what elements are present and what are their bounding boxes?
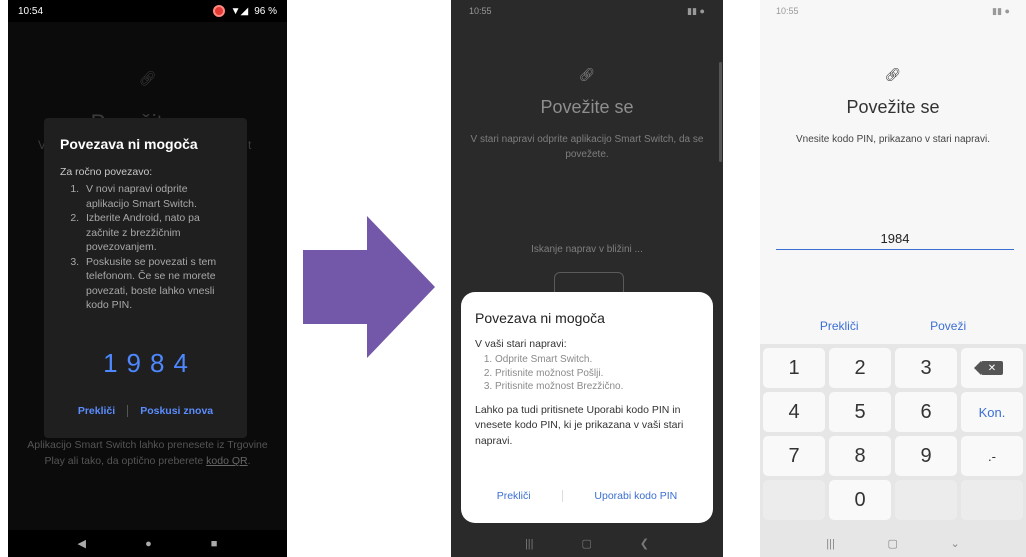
key-3[interactable]: 3	[895, 348, 957, 388]
footer-period: .	[247, 455, 251, 467]
recents-icon[interactable]: |||	[826, 538, 835, 550]
step-item: Pritisnite možnost Brezžično.	[495, 380, 699, 394]
step-item: Pritisnite možnost Pošlji.	[495, 367, 699, 381]
status-bar: 10:55 ▮▮ ●	[451, 0, 723, 22]
form-actions: Prekliči Poveži	[760, 319, 1026, 333]
navigation-bar: ||| ▢ ⌄	[760, 530, 1026, 557]
step-item: Poskusite se povezati s tem telefonom. Č…	[82, 255, 231, 313]
home-icon[interactable]: ●	[145, 538, 152, 550]
navigation-bar: ◀ ● ■	[8, 530, 287, 557]
dialog-intro: Za ročno povezavo:	[60, 166, 153, 178]
cancel-button[interactable]: Prekliči	[497, 490, 531, 502]
symbol-key[interactable]: .-	[961, 436, 1023, 476]
numeric-keyboard: 1 2 3 ✕ 4 5 6 Kon. 7 8 9 .- 0	[760, 344, 1026, 530]
backspace-key[interactable]: ✕	[961, 348, 1023, 388]
cancel-button[interactable]: Prekliči	[820, 319, 859, 333]
back-icon[interactable]: ◀	[78, 537, 86, 550]
page-title: Povežite se	[846, 97, 940, 117]
navigation-bar: ||| ▢ ❮	[451, 530, 723, 557]
key-8[interactable]: 8	[829, 436, 891, 476]
phone-screen-1: 10:54 ▼◢ 96 % 🔗︎ Povežite se V t Povezav…	[8, 0, 287, 557]
use-pin-button[interactable]: Uporabi kodo PIN	[594, 490, 677, 502]
step-item: V novi napravi odprite aplikacijo Smart …	[82, 182, 231, 211]
empty-key	[895, 480, 957, 520]
key-5[interactable]: 5	[829, 392, 891, 432]
footer-text: Aplikacijo Smart Switch lahko prenesete …	[8, 437, 287, 469]
phone-screen-2: 10:55 ▮▮ ● 🔗︎ Povežite se V stari naprav…	[451, 0, 723, 557]
retry-button[interactable]: Poskusi znova	[140, 405, 213, 417]
status-icons: ▮▮ ●	[687, 5, 705, 16]
key-4[interactable]: 4	[763, 392, 825, 432]
backspace-icon: ✕	[974, 361, 1003, 375]
key-1[interactable]: 1	[763, 348, 825, 388]
steps-list: Odprite Smart Switch. Pritisnite možnost…	[475, 353, 699, 394]
arrow-right-icon	[303, 216, 435, 358]
empty-key	[763, 480, 825, 520]
status-time: 10:55	[776, 6, 799, 16]
dialog-actions: Prekliči Uporabi kodo PIN	[461, 490, 713, 502]
dialog-actions: Prekliči Poskusi znova	[44, 405, 247, 417]
key-2[interactable]: 2	[829, 348, 891, 388]
qr-code-link[interactable]: kodo QR	[206, 455, 247, 467]
home-icon[interactable]: ▢	[581, 537, 591, 550]
cancel-button[interactable]: Prekliči	[78, 405, 115, 417]
phone-screen-3: 10:55 ▮▮ ● 🔗︎ Povežite se Vnesite kodo P…	[760, 0, 1026, 557]
link-icon: 🔗︎	[578, 67, 596, 82]
status-time: 10:55	[469, 6, 492, 16]
status-icons: ▮▮ ●	[992, 5, 1010, 16]
back-icon[interactable]: ❮	[640, 537, 649, 550]
signal-icon: ▼◢	[230, 5, 249, 17]
done-key[interactable]: Kon.	[961, 392, 1023, 432]
page-description: Vnesite kodo PIN, prikazano v stari napr…	[796, 134, 990, 145]
pin-code: 1984	[103, 348, 197, 378]
hide-keyboard-icon[interactable]: ⌄	[950, 537, 959, 550]
link-icon: 🔗︎	[138, 70, 157, 86]
connection-failed-dialog: Povezava ni mogoča Za ročno povezavo: V …	[44, 118, 247, 438]
recents-icon[interactable]: |||	[525, 538, 534, 550]
scrollbar[interactable]	[719, 62, 722, 162]
pin-input[interactable]	[776, 228, 1014, 250]
record-icon	[212, 5, 225, 17]
search-status: Iskanje naprav v bližini ...	[531, 244, 643, 255]
description-peek-right: t	[248, 138, 252, 152]
recents-icon[interactable]: ■	[211, 538, 218, 550]
divider	[561, 490, 563, 502]
key-9[interactable]: 9	[895, 436, 957, 476]
dialog-intro: V vaši stari napravi:	[475, 338, 567, 350]
dialog-note: Lahko pa tudi pritisnete Uporabi kodo PI…	[475, 403, 684, 447]
key-6[interactable]: 6	[895, 392, 957, 432]
page-description: V stari napravi odprite aplikacijo Smart…	[470, 134, 704, 160]
steps-list: V novi napravi odprite aplikacijo Smart …	[60, 182, 231, 313]
step-item: Odprite Smart Switch.	[495, 353, 699, 367]
dialog-title: Povezava ni mogoča	[60, 136, 198, 152]
key-0[interactable]: 0	[829, 480, 891, 520]
key-7[interactable]: 7	[763, 436, 825, 476]
status-bar: 10:54 ▼◢ 96 %	[8, 0, 287, 22]
step-item: Izberite Android, nato pa začnite z brez…	[82, 211, 231, 255]
page-title: Povežite se	[540, 97, 634, 117]
connect-button[interactable]: Poveži	[930, 319, 966, 333]
battery-level: 96 %	[254, 5, 277, 17]
divider	[127, 405, 129, 417]
link-icon: 🔗︎	[884, 67, 902, 82]
status-bar: 10:55 ▮▮ ●	[760, 0, 1026, 22]
home-icon[interactable]: ▢	[887, 537, 897, 550]
status-time: 10:54	[18, 5, 44, 17]
dialog-title: Povezava ni mogoča	[475, 310, 605, 326]
empty-key	[961, 480, 1023, 520]
connection-failed-dialog: Povezava ni mogoča V vaši stari napravi:…	[461, 292, 713, 523]
